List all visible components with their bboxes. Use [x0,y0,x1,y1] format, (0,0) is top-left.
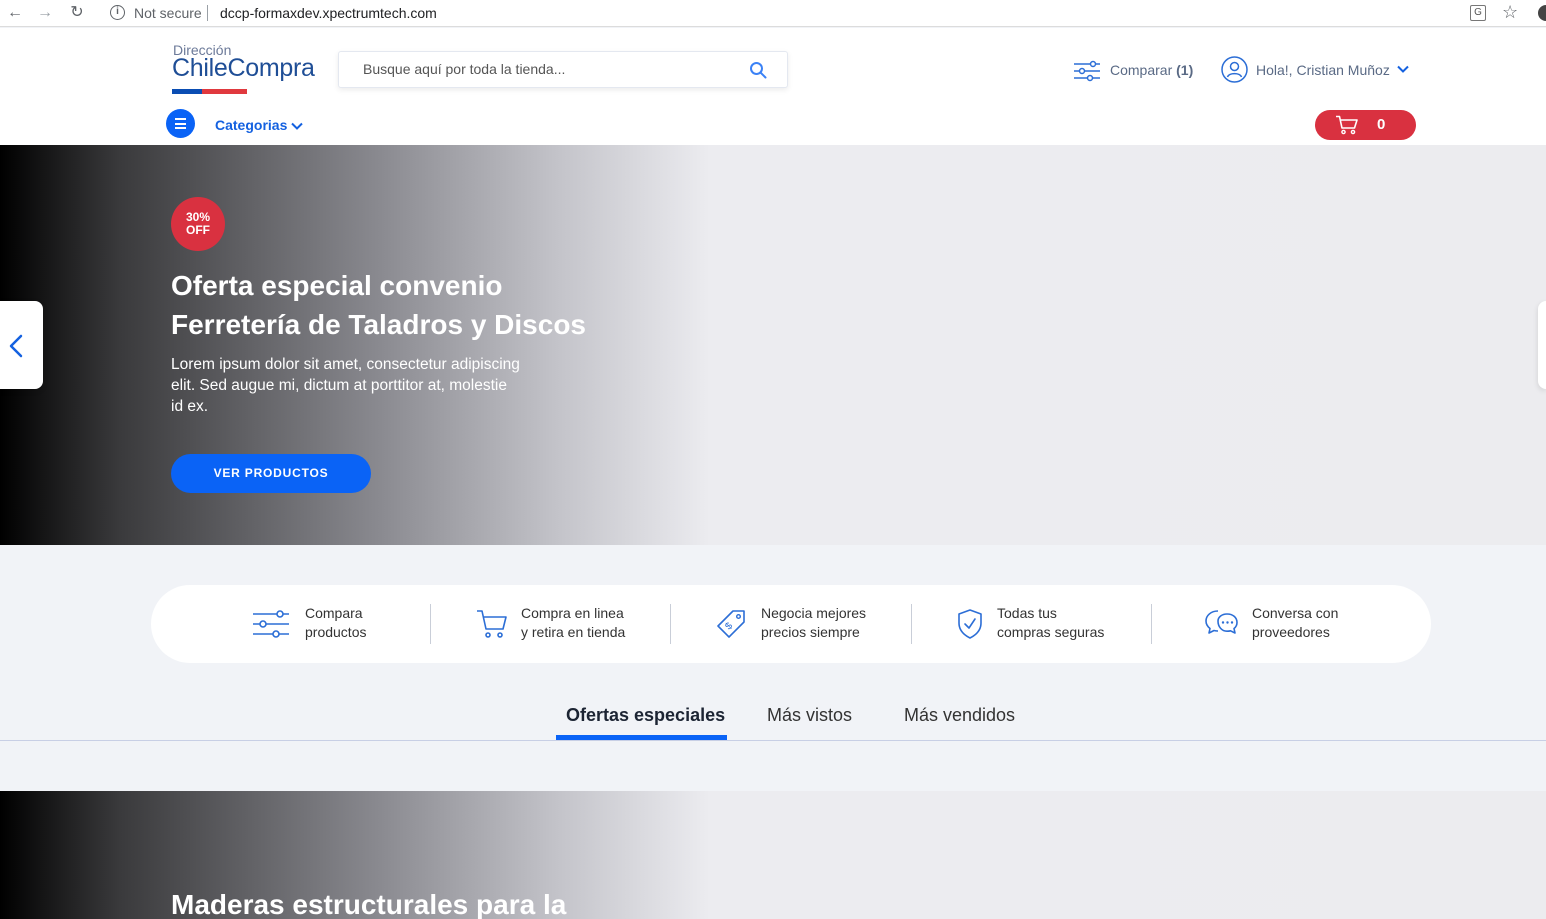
ver-productos-button[interactable]: VER PRODUCTOS [171,454,371,493]
shield-check-icon [958,609,982,639]
feature-line: productos [305,624,367,640]
user-greeting: Hola!, Cristian Muñoz [1256,62,1390,78]
feature-text: Conversa con proveedores [1252,604,1338,642]
feature-line: compras seguras [997,624,1105,640]
svg-text:$: $ [723,620,735,632]
hero-title: Oferta especial convenio Ferretería de T… [171,266,641,344]
reload-icon[interactable]: ↻ [68,4,86,22]
chat-icon [1205,610,1238,634]
feature-text: Compara productos [305,604,366,642]
feature-line: Todas tus [997,605,1057,621]
hamburger-line [175,127,186,129]
cart-count: 0 [1377,116,1386,133]
hero-banner: 30% OFF Oferta especial convenio Ferrete… [0,145,1546,545]
feature-line: Compara [305,605,363,621]
hamburger-menu-button[interactable] [166,109,195,138]
hero-title-line: Ferretería de Taladros y Discos [171,309,586,340]
chevron-left-icon [9,334,23,358]
feature-divider [670,604,671,644]
categories-link[interactable]: Categorias [215,117,287,133]
tab-ofertas-especiales[interactable]: Ofertas especiales [566,705,725,726]
tab-mas-vendidos[interactable]: Más vendidos [904,705,1015,726]
banner-title: Maderas estructurales para la [171,889,567,919]
divider [207,5,208,21]
features-strip: Compara productos Compra en linea y reti… [151,585,1431,663]
logo-bar-red [202,89,247,94]
url-text[interactable]: dccp-formaxdev.xpectrumtech.com [220,5,437,21]
translate-icon[interactable]: G [1470,5,1486,21]
cart-button[interactable]: 0 [1315,110,1416,140]
site-header: Dirección ChileCompra Comparar (1) Hola!… [0,28,1546,145]
feature-line: Compra en linea [521,605,624,621]
feature-line: y retira en tienda [521,624,626,640]
badge-off: OFF [186,223,210,237]
browser-profile-icon[interactable] [1538,5,1546,21]
feature-divider [911,604,912,644]
back-icon[interactable]: ← [6,4,24,22]
feature-line: Conversa con [1252,605,1339,621]
hero-title-line: Oferta especial convenio [171,270,503,301]
search-input[interactable] [363,61,743,77]
compare-sliders-icon [1074,60,1100,82]
feature-line: proveedores [1252,624,1330,640]
search-icon[interactable] [749,61,767,79]
browser-toolbar: ← → ↻ i Not secure dccp-formaxdev.xpectr… [0,0,1546,27]
active-tab-indicator [556,735,727,740]
discount-badge: 30% OFF [171,197,225,251]
forward-icon[interactable]: → [36,4,54,22]
price-tag-icon: $ [717,610,745,638]
carousel-prev-button[interactable] [0,301,43,389]
security-label: Not secure [134,5,202,21]
tab-mas-vistos[interactable]: Más vistos [767,705,852,726]
info-icon[interactable]: i [110,5,125,20]
logo-title: ChileCompra [172,54,315,82]
bookmark-star-icon[interactable]: ☆ [1502,2,1518,23]
logo-bar-blue [172,89,202,94]
chevron-down-icon[interactable] [1396,62,1410,76]
compare-label: Comparar (1) [1110,62,1193,78]
carousel-next-button[interactable] [1538,301,1546,389]
hamburger-line [175,118,186,120]
hamburger-line [175,122,186,125]
feature-line: precios siempre [761,624,860,640]
feature-text: Compra en linea y retira en tienda [521,604,625,642]
user-avatar-icon [1221,56,1248,83]
compare-text: Comparar [1110,62,1173,78]
compare-count: (1) [1176,62,1194,78]
feature-divider [430,604,431,644]
chilecompra-logo[interactable]: Dirección ChileCompra [172,40,315,96]
tabs-divider [0,740,1546,741]
feature-text: Todas tus compras seguras [997,604,1104,642]
chevron-down-icon[interactable] [290,119,304,133]
address-bar[interactable]: i Not secure dccp-formaxdev.xpectrumtech… [100,1,1528,25]
feature-text: Negocia mejores precios siempre [761,604,866,642]
feature-line: Negocia mejores [761,605,867,621]
search-box [338,51,788,88]
product-banner: Maderas estructurales para la [0,791,1546,919]
compare-icon [253,610,289,638]
cart-icon [477,610,507,638]
hero-description: Lorem ipsum dolor sit amet, consectetur … [171,356,520,415]
feature-divider [1151,604,1152,644]
cart-icon [1336,115,1358,135]
